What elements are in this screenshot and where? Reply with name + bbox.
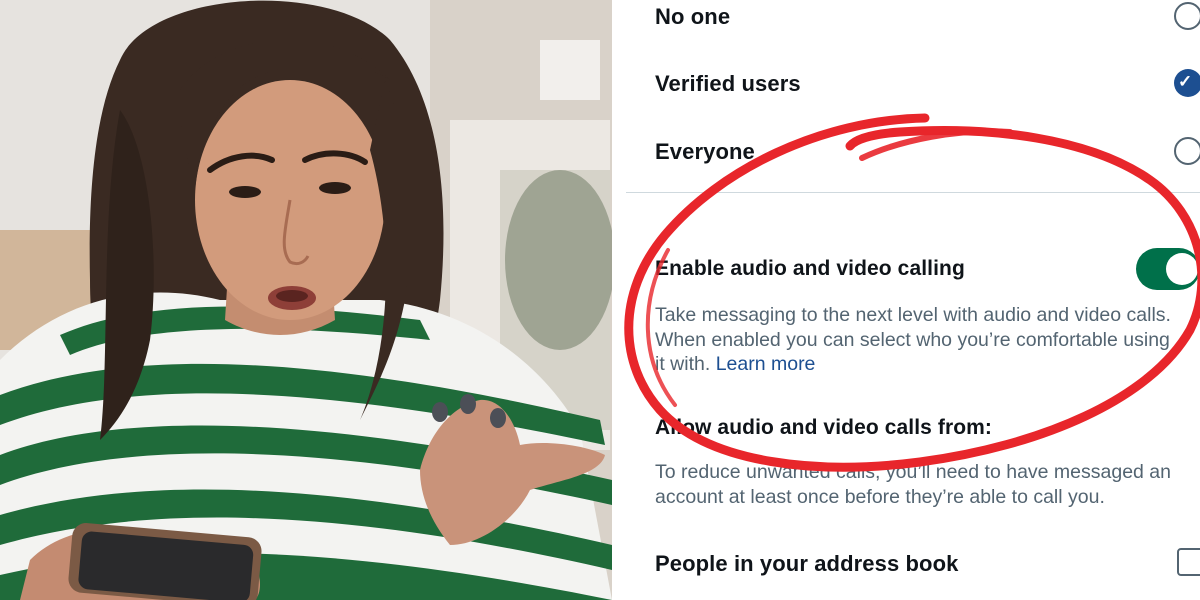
settings-panel: No one Verified users ✓ Everyone Enable … [615,0,1200,600]
allow-calls-description-line-2: account at least once before they’re abl… [655,485,1105,508]
option-verified-users-label: Verified users [655,71,801,96]
check-icon: ✓ [1178,72,1193,91]
photo-illustration [0,0,612,600]
allow-calls-description-line-1: To reduce unwanted calls, you’ll need to… [655,461,1171,483]
option-verified-users-radio[interactable]: ✓ [1174,69,1200,97]
allow-calls-from-title: Allow audio and video calls from: [655,416,993,439]
calling-description: Take messaging to the next level with au… [655,303,1200,377]
allow-calls-description: To reduce unwanted calls, you’ll need to… [655,460,1200,509]
composite-image: No one Verified users ✓ Everyone Enable … [0,0,1200,600]
calling-description-line-2: When enabled you can select who you’re c… [655,328,1170,351]
calling-toggle-title: Enable audio and video calling [655,257,965,280]
learn-more-link[interactable]: Learn more [716,353,816,375]
option-no-one-label: No one [655,4,731,29]
address-book-label: People in your address book [655,551,959,576]
option-everyone-label: Everyone [655,139,755,164]
address-book-checkbox[interactable] [1177,548,1200,576]
photo-woman-with-phone [0,0,612,600]
calling-toggle-switch[interactable] [1136,248,1200,290]
toggle-knob [1166,253,1198,285]
calling-description-tail: it with. [655,353,711,375]
option-everyone-radio[interactable] [1174,137,1200,165]
calling-description-line-1: Take messaging to the next level with au… [655,304,1171,326]
section-divider [626,192,1200,193]
option-no-one-radio[interactable] [1174,2,1200,30]
calling-description-line-3: it with. Learn more [655,352,1200,377]
